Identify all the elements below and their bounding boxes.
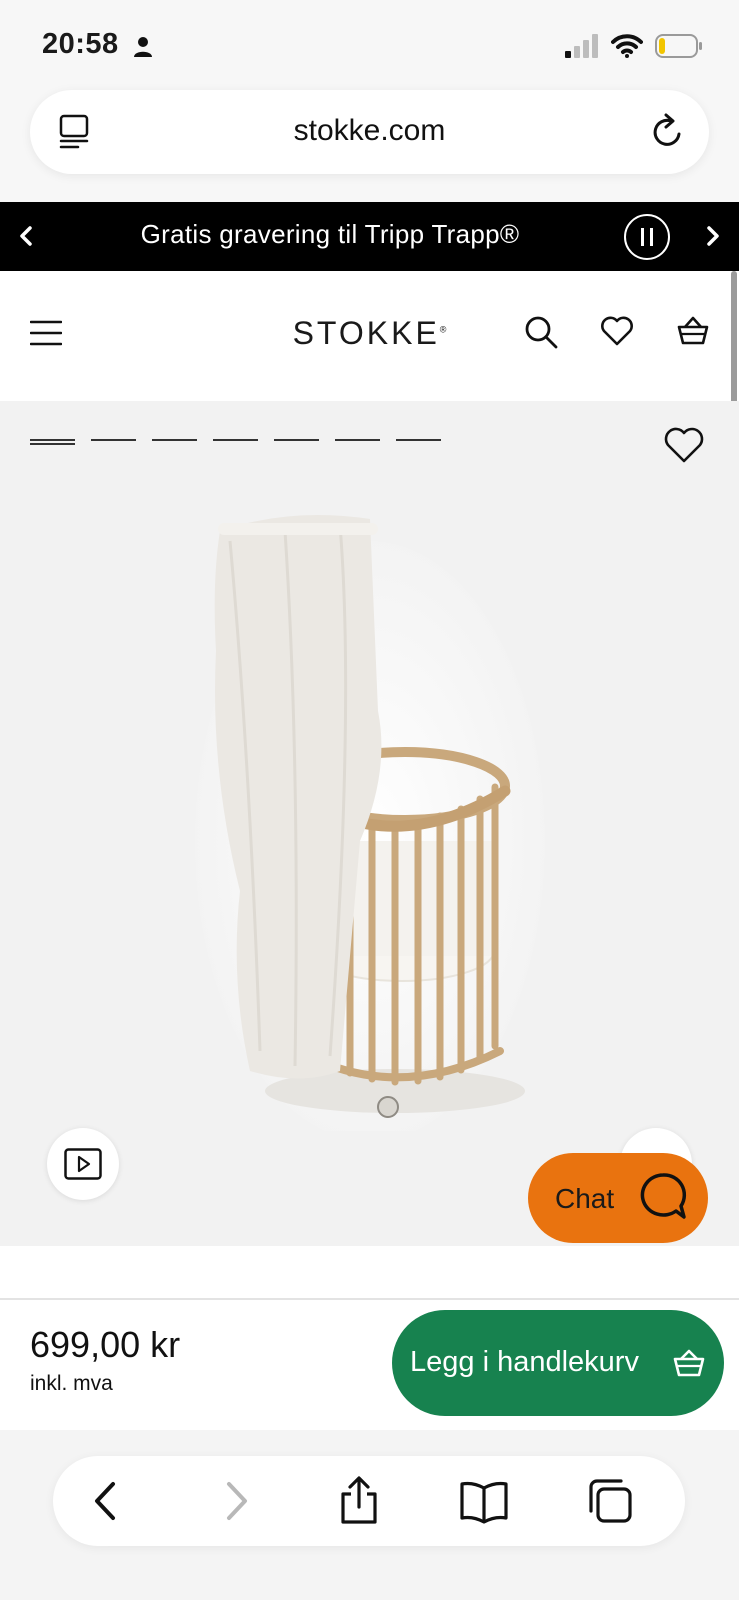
browser-toolbar	[53, 1456, 685, 1546]
chat-label: Chat	[555, 1183, 615, 1214]
forward-icon[interactable]	[209, 1476, 259, 1526]
share-icon[interactable]	[334, 1476, 384, 1526]
chevron-right-icon[interactable]	[701, 216, 725, 256]
address-bar[interactable]: stokke.com	[30, 90, 709, 174]
site-header: STOKKE®	[0, 271, 739, 401]
bookmarks-icon[interactable]	[459, 1476, 509, 1526]
crib-with-canopy-image	[195, 515, 545, 1131]
add-to-cart-label: Legg i handlekurv	[410, 1346, 639, 1378]
registered-mark: ®	[439, 324, 447, 335]
gallery-dot[interactable]	[152, 439, 197, 441]
tabs-icon[interactable]	[585, 1476, 635, 1526]
basket-icon[interactable]	[676, 315, 710, 347]
promo-banner: Gratis gravering til Tripp Trapp®	[0, 202, 739, 271]
gallery-pagination	[30, 439, 441, 445]
person-icon	[134, 37, 152, 57]
wifi-icon	[611, 34, 643, 58]
status-bar: 20:58	[0, 0, 739, 86]
purchase-bar: 699,00 kr inkl. mva Legg i handlekurv	[0, 1298, 739, 1430]
status-indicators	[565, 34, 703, 58]
chat-button[interactable]: Chat	[528, 1153, 708, 1243]
price-vat-note: inkl. mva	[30, 1372, 113, 1395]
signal-icon	[565, 34, 598, 58]
back-icon[interactable]	[83, 1476, 133, 1526]
gallery-dot[interactable]	[396, 439, 441, 441]
play-video-icon	[64, 1148, 102, 1180]
search-icon[interactable]	[524, 315, 558, 349]
basket-icon	[673, 1349, 705, 1377]
pause-icon[interactable]	[624, 214, 670, 260]
status-time: 20:58	[42, 28, 119, 60]
product-price: 699,00 kr	[30, 1324, 181, 1365]
battery-icon	[655, 34, 702, 58]
reload-icon[interactable]	[649, 112, 685, 150]
add-to-cart-button[interactable]: Legg i handlekurv	[392, 1310, 724, 1416]
play-video-button[interactable]	[47, 1128, 119, 1200]
browser-chrome: stokke.com	[0, 86, 739, 202]
heart-icon[interactable]	[663, 425, 705, 465]
gallery-dot[interactable]	[274, 439, 319, 441]
promo-text[interactable]: Gratis gravering til Tripp Trapp®	[0, 219, 660, 250]
gallery-dot[interactable]	[30, 439, 75, 445]
gallery-dot[interactable]	[91, 439, 136, 441]
product-gallery[interactable]	[0, 401, 739, 1246]
chat-bubble-icon	[640, 1173, 687, 1219]
gallery-dot[interactable]	[335, 439, 380, 441]
logo-text: STOKKE	[292, 315, 440, 351]
browser-bottom-area	[0, 1430, 739, 1600]
url-text[interactable]: stokke.com	[30, 114, 709, 148]
heart-icon[interactable]	[600, 315, 634, 347]
gallery-dot[interactable]	[213, 439, 258, 441]
